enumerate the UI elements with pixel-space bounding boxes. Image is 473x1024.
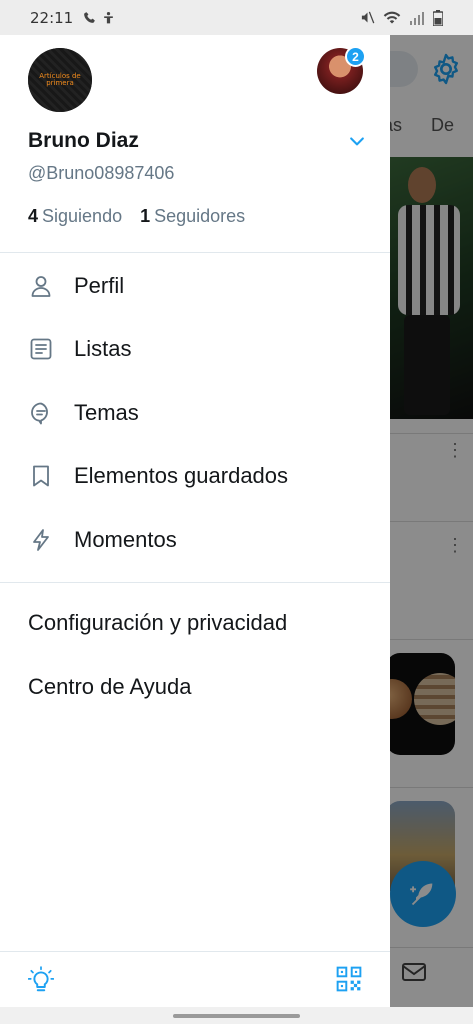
avatar[interactable]: Artículos de primera <box>28 48 92 112</box>
menu-item-label: Temas <box>74 399 139 425</box>
more-options-icon: ⋮ <box>446 440 464 460</box>
following-count: 4 <box>28 206 39 226</box>
compose-tweet-button <box>390 861 456 927</box>
menu-item-settings-privacy[interactable]: Configuración y privacidad <box>0 592 390 656</box>
menu-item-label: Listas <box>74 336 132 362</box>
list-icon <box>28 336 54 362</box>
battery-icon <box>433 9 443 26</box>
chevron-down-icon[interactable] <box>347 131 367 151</box>
menu-item-label: Elementos guardados <box>74 463 289 489</box>
accessibility-icon <box>104 11 114 23</box>
drawer-footer <box>0 951 390 1007</box>
following-label: Siguiendo <box>42 206 123 226</box>
following-link[interactable]: 4 Siguiendo <box>28 206 122 227</box>
topics-icon <box>28 400 54 426</box>
phone-icon <box>84 11 96 23</box>
menu-item-moments[interactable]: Momentos <box>0 508 390 572</box>
menu-item-label: Configuración y privacidad <box>28 610 288 636</box>
signal-icon <box>410 11 424 25</box>
qr-code-icon[interactable] <box>336 966 362 992</box>
mail-icon <box>402 963 426 981</box>
mute-icon <box>361 11 375 24</box>
avatar-logo-text: Artículos de primera <box>39 72 81 87</box>
menu-item-topics[interactable]: Temas <box>0 381 390 445</box>
followers-count: 1 <box>140 206 151 226</box>
user-handle: @Bruno08987406 <box>28 163 175 183</box>
status-time: 22:11 <box>30 8 74 27</box>
followers-link[interactable]: 1 Seguidores <box>140 206 245 227</box>
more-options-icon: ⋮ <box>446 535 464 555</box>
menu-item-bookmarks[interactable]: Elementos guardados <box>0 445 390 509</box>
lightning-icon <box>28 527 54 553</box>
follow-stats: 4 Siguiendo 1 Seguidores <box>28 206 245 227</box>
system-navigation-bar <box>0 1007 473 1024</box>
background-tab: De <box>431 115 455 135</box>
menu-item-help-center[interactable]: Centro de Ayuda <box>0 655 390 719</box>
notification-badge: 2 <box>345 46 366 67</box>
menu-item-label: Perfil <box>74 272 125 298</box>
drawer-profile-header: Artículos de primera 2 Bruno Diaz @Bruno… <box>0 35 390 253</box>
navigation-drawer: Artículos de primera 2 Bruno Diaz @Bruno… <box>0 35 390 1007</box>
menu-item-profile[interactable]: Perfil <box>0 254 390 318</box>
menu-item-label: Momentos <box>74 526 177 552</box>
drawer-menu: Perfil Listas Temas Elementos guardados … <box>0 253 390 719</box>
wifi-icon <box>383 11 401 24</box>
gear-icon <box>434 53 458 85</box>
menu-item-lists[interactable]: Listas <box>0 318 390 382</box>
lightbulb-icon[interactable] <box>28 966 54 994</box>
followers-label: Seguidores <box>154 206 246 226</box>
feather-icon <box>410 883 433 906</box>
background-planets-image <box>386 653 455 755</box>
display-name[interactable]: Bruno Diaz <box>28 129 139 153</box>
bookmark-icon <box>28 463 54 489</box>
status-bar: 22:11 <box>0 0 473 35</box>
person-icon <box>28 273 54 299</box>
menu-item-label: Centro de Ayuda <box>28 673 192 699</box>
home-gesture-handle[interactable] <box>173 1014 300 1018</box>
